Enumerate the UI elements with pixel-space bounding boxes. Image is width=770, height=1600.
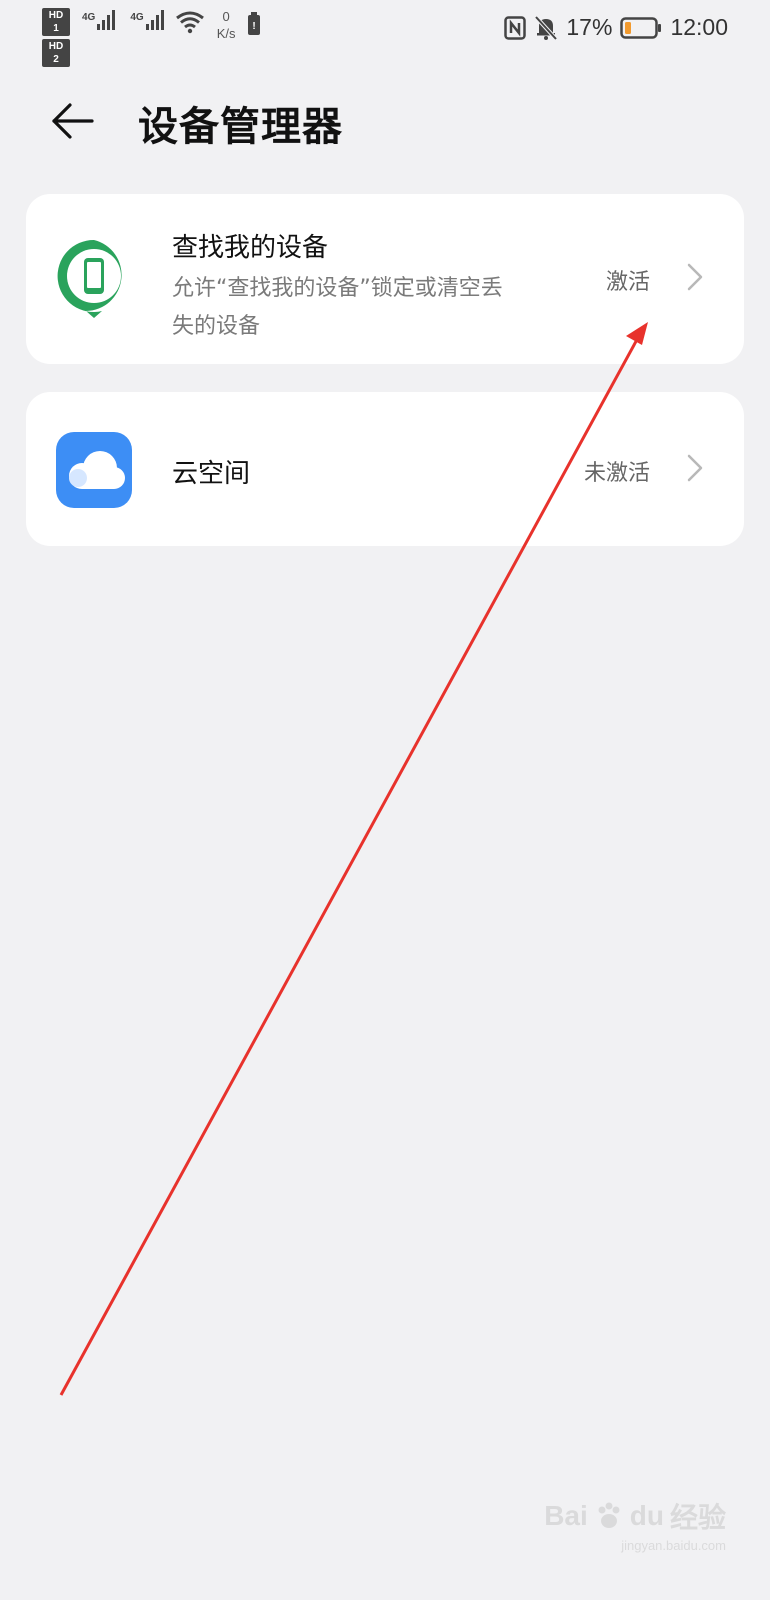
item-status: 激活 — [605, 270, 650, 295]
svg-text:!: ! — [253, 21, 256, 32]
paw-icon — [598, 1502, 620, 1528]
item-status: 未激活 — [583, 461, 650, 486]
status-bar: HD 1 HD 2 4G 4G 0 K/s ! 17% 12:00 — [0, 0, 770, 67]
status-right: 17% 12:00 — [504, 14, 728, 41]
item-title: 云空间 — [172, 459, 251, 489]
mute-bell-icon — [534, 15, 558, 40]
item-subtitle: 允许“查找我的设备”锁定或清空丢失的设备 — [172, 276, 503, 339]
cloud-space-item[interactable]: 云空间 未激活 — [26, 392, 744, 546]
item-title: 查找我的设备 — [172, 233, 329, 263]
speed-unit: K/s — [216, 26, 236, 41]
find-my-device-item[interactable]: 查找我的设备 允许“查找我的设备”锁定或清空丢失的设备 激活 — [26, 194, 744, 364]
sim2-badge: HD 2 — [42, 39, 70, 67]
clock: 12:00 — [670, 14, 728, 40]
chevron-right-icon — [687, 454, 703, 482]
back-button[interactable] — [46, 94, 100, 148]
network-type-1: 4G — [82, 12, 96, 23]
battery-icon — [620, 16, 662, 39]
wifi-icon — [175, 11, 204, 34]
back-arrow-icon — [52, 103, 94, 139]
cloud-icon — [56, 432, 132, 508]
watermark-brand: Bai — [544, 1500, 588, 1531]
nfc-icon — [504, 15, 527, 40]
signal-1: 4G — [82, 8, 118, 32]
battery-percent: 17% — [566, 14, 613, 40]
speed-value: 0 — [222, 9, 230, 24]
chevron-right-icon — [687, 263, 703, 291]
find-device-icon — [57, 239, 122, 318]
signal-icon — [97, 10, 116, 30]
battery-saver-icon: ! — [248, 12, 261, 35]
watermark-logo: Bai du 经验 — [544, 1496, 726, 1536]
app-header: 设备管理器 — [0, 80, 770, 160]
signal-icon — [145, 10, 164, 30]
watermark-url: jingyan.baidu.com — [621, 1538, 726, 1553]
baidu-watermark: Bai du 经验 jingyan.baidu.com — [544, 1496, 726, 1553]
page-title: 设备管理器 — [138, 104, 343, 150]
sim1-badge: HD 1 — [42, 8, 70, 36]
status-left: HD 1 HD 2 4G 4G 0 K/s ! — [42, 8, 261, 67]
watermark-brand-2: du — [629, 1500, 664, 1531]
watermark-brand-3: 经验 — [669, 1502, 726, 1533]
network-type-2: 4G — [130, 12, 144, 23]
network-speed: 0 K/s — [217, 8, 236, 42]
sim-badges: HD 1 HD 2 — [42, 8, 70, 67]
signal-2: 4G — [130, 8, 166, 32]
